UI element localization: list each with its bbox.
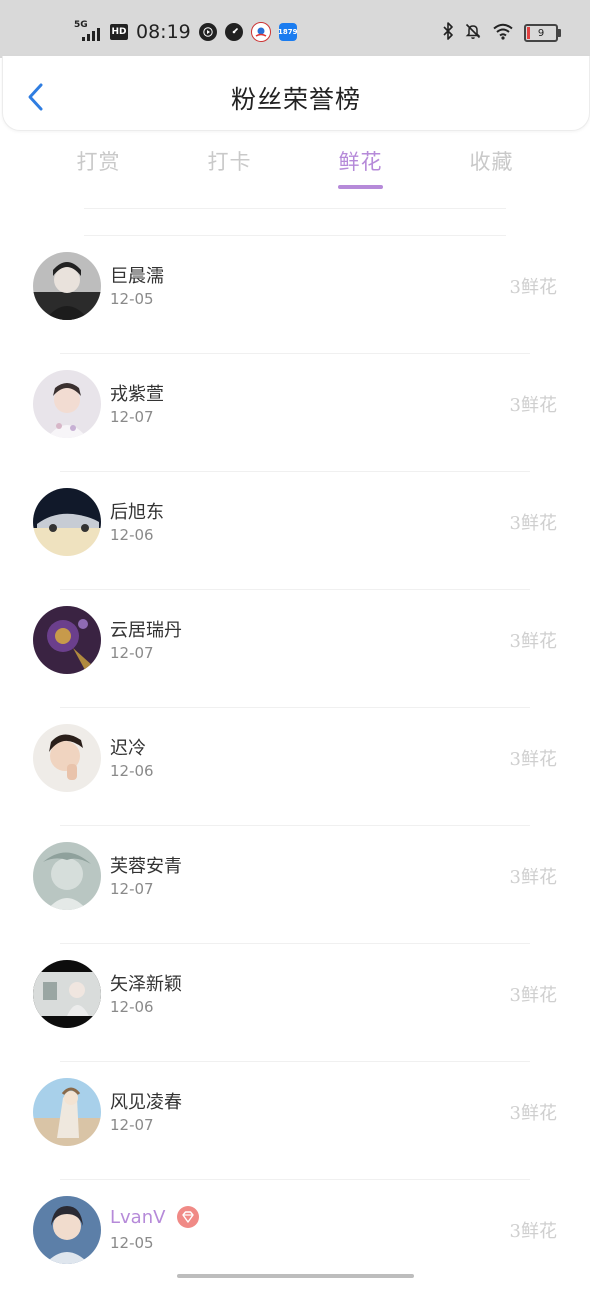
status-bar-left: 5G HD 08:19 1879 (74, 18, 298, 46)
list-item[interactable]: 戎紫萱 12-07 3鲜花 (0, 354, 590, 472)
fan-list: 巨晨濡 12-05 3鲜花 戎紫萱 12-07 3鲜花 后旭东 12-06 3鲜… (0, 236, 590, 1298)
divider (84, 208, 506, 209)
cellular-signal-icon: 5G (74, 20, 102, 44)
flower-count: 3鲜花 (509, 749, 557, 770)
avatar[interactable] (33, 724, 101, 792)
fan-date: 12-07 (110, 880, 154, 898)
battery-icon: 9 (524, 24, 561, 42)
list-item[interactable]: 后旭东 12-06 3鲜花 (0, 472, 590, 590)
tab-flowers[interactable]: 鲜花 (295, 138, 426, 194)
flower-count: 3鲜花 (509, 631, 557, 652)
flower-count: 3鲜花 (509, 985, 557, 1006)
flower-count: 3鲜花 (509, 867, 557, 888)
vip-badge-icon (177, 1206, 200, 1228)
tab-label: 打赏 (76, 150, 121, 174)
avatar[interactable] (33, 842, 101, 910)
list-item[interactable]: LvanV 12-05 3鲜花 (0, 1180, 590, 1298)
fan-name: 后旭东 (110, 502, 164, 523)
list-item[interactable]: 矢泽新颖 12-06 3鲜花 (0, 944, 590, 1062)
tab-label: 鲜花 (338, 150, 383, 174)
fan-date: 12-05 (110, 290, 154, 308)
tab-indicator (469, 185, 514, 189)
fan-date: 12-07 (110, 1116, 154, 1134)
status-time: 08:19 (136, 21, 191, 43)
list-item[interactable]: 云居瑞丹 12-07 3鲜花 (0, 590, 590, 708)
hd-voice-icon: HD (110, 24, 128, 40)
tab-indicator (207, 185, 252, 189)
tab-label: 收藏 (469, 150, 514, 174)
fan-date: 12-06 (110, 762, 154, 780)
speedometer-icon (224, 23, 243, 41)
avatar[interactable] (33, 960, 101, 1028)
fan-name: 矢泽新颖 (110, 974, 182, 995)
tab-indicator (76, 185, 121, 189)
avatar[interactable] (33, 370, 101, 438)
page-header: 粉丝荣誉榜 (2, 56, 590, 131)
fan-date: 12-07 (110, 408, 154, 426)
flower-count: 3鲜花 (509, 277, 557, 298)
blue-app-icon: 1879 (278, 23, 298, 41)
fan-date: 12-07 (110, 644, 154, 662)
fan-name: 风见凌春 (110, 1092, 182, 1113)
flower-count: 3鲜花 (509, 1221, 557, 1242)
list-item[interactable]: 芙蓉安青 12-07 3鲜花 (0, 826, 590, 944)
avatar[interactable] (33, 252, 101, 320)
home-indicator[interactable] (177, 1274, 414, 1278)
flower-count: 3鲜花 (509, 395, 557, 416)
fan-name-row: LvanV (110, 1206, 200, 1228)
tab-indicator (338, 185, 383, 189)
battery-level: 9 (537, 27, 545, 39)
tab-checkin[interactable]: 打卡 (164, 138, 295, 194)
tab-label: 打卡 (207, 150, 252, 174)
fan-name: 云居瑞丹 (110, 620, 182, 641)
mute-bell-icon (464, 22, 482, 44)
avatar[interactable] (33, 488, 101, 556)
list-item[interactable]: 风见凌春 12-07 3鲜花 (0, 1062, 590, 1180)
bluetooth-icon (442, 22, 454, 44)
status-bar-right: 9 (442, 20, 561, 46)
fan-name: 迟冷 (110, 738, 146, 759)
battery-level-fill (527, 27, 530, 39)
map-app-icon (250, 22, 271, 42)
fan-date: 12-06 (110, 998, 154, 1016)
page-title: 粉丝荣誉榜 (230, 85, 361, 114)
fan-name: 巨晨濡 (110, 266, 164, 287)
ranking-tabs: 打赏 打卡 鲜花 收藏 (33, 138, 557, 194)
media-play-icon (198, 23, 217, 41)
fan-name: 芙蓉安青 (110, 856, 182, 877)
fan-name: LvanV (110, 1206, 166, 1228)
tab-favorites[interactable]: 收藏 (426, 138, 557, 194)
fan-date: 12-06 (110, 526, 154, 544)
avatar[interactable] (33, 1196, 101, 1264)
fan-date: 12-05 (110, 1234, 154, 1252)
list-item[interactable]: 迟冷 12-06 3鲜花 (0, 708, 590, 826)
fan-name: 戎紫萱 (110, 384, 164, 405)
flower-count: 3鲜花 (509, 513, 557, 534)
avatar[interactable] (33, 1078, 101, 1146)
avatar[interactable] (33, 606, 101, 674)
status-bar: 5G HD 08:19 1879 9 (0, 0, 590, 58)
flower-count: 3鲜花 (509, 1103, 557, 1124)
wifi-icon (492, 22, 514, 44)
list-item[interactable]: 巨晨濡 12-05 3鲜花 (0, 236, 590, 354)
tab-reward[interactable]: 打赏 (33, 138, 164, 194)
